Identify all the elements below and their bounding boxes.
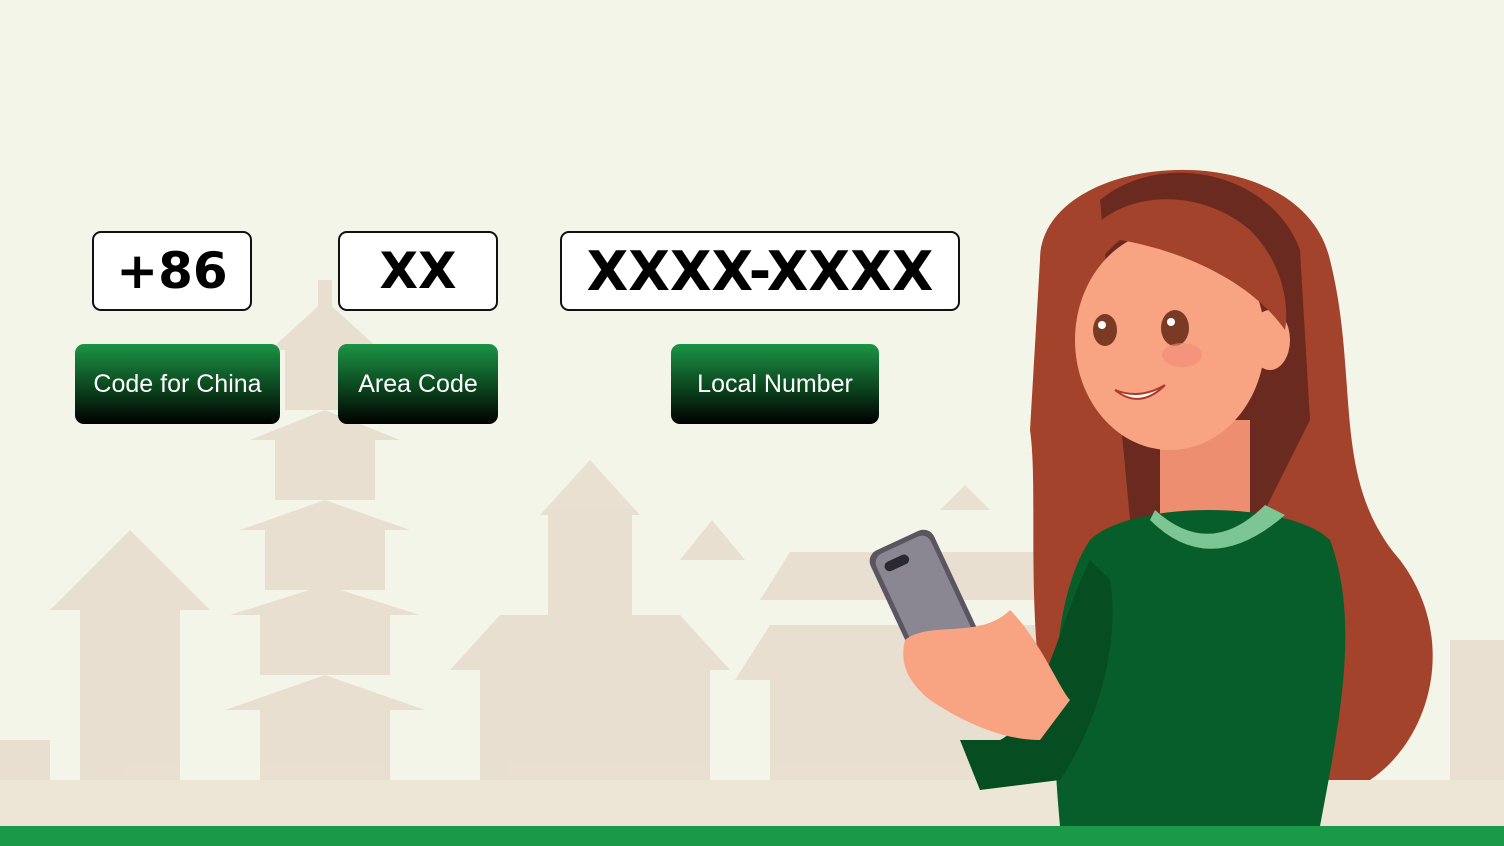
bottom-accent-bar (0, 826, 1504, 846)
woman-with-phone-illustration (869, 169, 1433, 826)
